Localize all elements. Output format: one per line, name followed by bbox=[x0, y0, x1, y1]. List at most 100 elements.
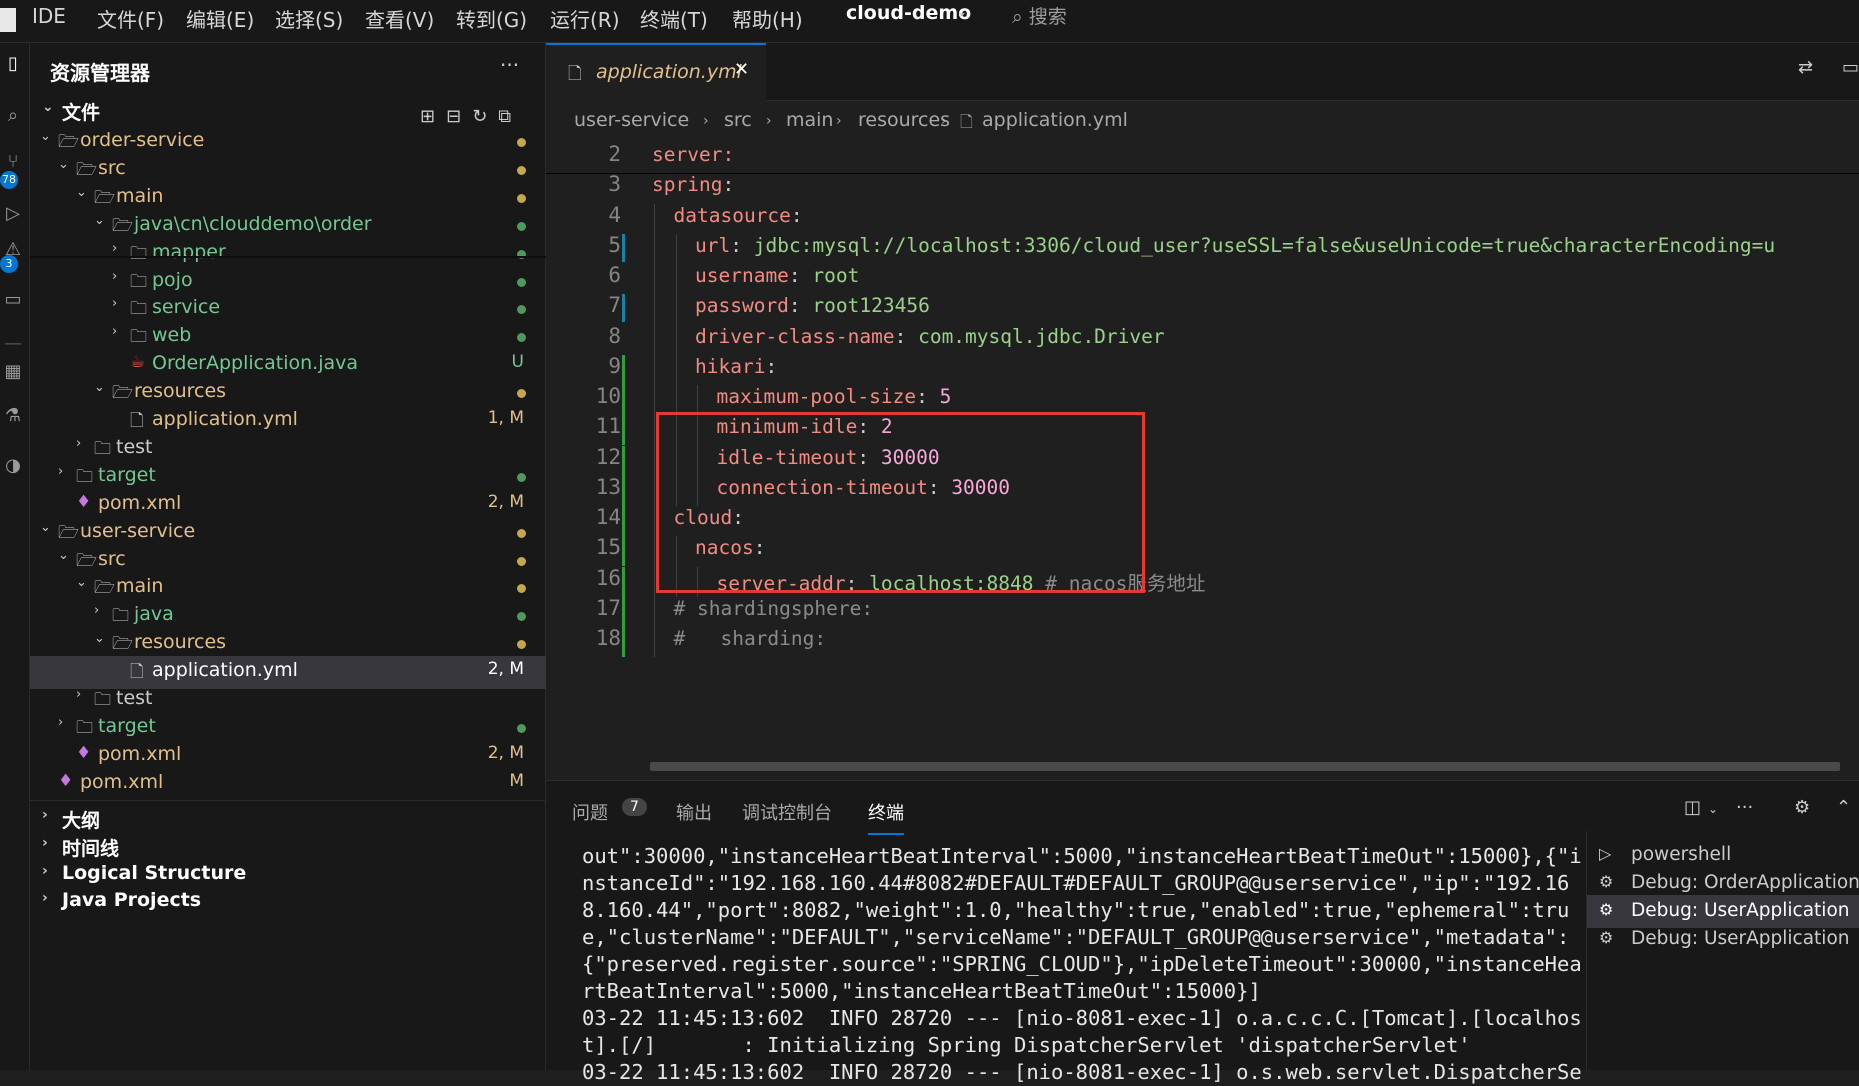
section-java-projects-label: Java Projects bbox=[62, 889, 202, 911]
chevron-down-icon[interactable]: ⌄ bbox=[1708, 802, 1718, 816]
split-terminal-icon[interactable]: ◫ bbox=[1684, 797, 1701, 818]
yaml-colon: : bbox=[790, 203, 803, 227]
indent-guide bbox=[654, 506, 655, 537]
explorer-sidebar: 资源管理器 ··· ⌄ 文件 ⊞⊟↻⧉ ⌄ 🗁 order-service ⌄ 🗁 src… bbox=[30, 43, 546, 1070]
breadcrumb-item[interactable]: main bbox=[786, 109, 833, 131]
tab-problems[interactable]: 问题 bbox=[572, 799, 608, 825]
chevron-right-icon: › bbox=[58, 714, 64, 730]
project-selector[interactable]: cloud-demo bbox=[846, 2, 971, 24]
line-number: 12 bbox=[595, 444, 621, 469]
chevron-down-icon: ⌄ bbox=[40, 129, 51, 144]
menu-run[interactable]: 运行(R) bbox=[550, 4, 620, 33]
indent-guide bbox=[675, 385, 677, 416]
code-line: driver-class-name: com.mysql.jdbc.Driver bbox=[695, 325, 1165, 348]
tree-item-label: test bbox=[116, 687, 153, 709]
git-status-badge: M bbox=[509, 770, 524, 791]
line-number: 8 bbox=[608, 323, 621, 348]
refresh-icon[interactable]: ↻ bbox=[472, 106, 498, 127]
yaml-value: 5 bbox=[927, 385, 952, 408]
gutter-modified-marker bbox=[622, 233, 625, 262]
search-icon[interactable]: ⌕ bbox=[2, 105, 24, 127]
breadcrumb-item[interactable]: user-service bbox=[574, 109, 689, 131]
git-status-dot bbox=[517, 221, 526, 231]
menu-goto[interactable]: 转到(G) bbox=[456, 4, 527, 33]
file-icon: 🗋 bbox=[568, 64, 582, 84]
code-line: spring: bbox=[652, 173, 734, 196]
indent-guide bbox=[654, 385, 655, 416]
gitlens-icon[interactable]: ◑ bbox=[2, 455, 24, 477]
compare-changes-icon[interactable]: ⇄ bbox=[1798, 57, 1813, 78]
more-actions-icon[interactable]: ··· bbox=[500, 53, 519, 77]
source-control-icon[interactable]: ⑂ bbox=[2, 151, 24, 173]
tab-label: application.yml bbox=[596, 61, 742, 83]
chevron-right-icon: › bbox=[94, 603, 100, 619]
indent-guide bbox=[654, 566, 655, 597]
horizontal-scrollbar[interactable] bbox=[650, 762, 1840, 771]
debug-icon: ⚙ bbox=[1599, 872, 1614, 891]
gutter-added-marker bbox=[622, 354, 625, 385]
indent-guide bbox=[654, 627, 655, 658]
breadcrumb-item[interactable]: resources bbox=[858, 109, 950, 131]
terminal-instance-label: powershell bbox=[1631, 844, 1732, 865]
menu-terminal[interactable]: 终端(T) bbox=[640, 4, 708, 33]
remote-explorer-icon[interactable]: ▭ bbox=[2, 289, 24, 311]
maven-icon: ♦ bbox=[58, 770, 74, 791]
chevron-right-icon: › bbox=[58, 463, 64, 479]
debug-icon: ⚙ bbox=[1599, 900, 1614, 919]
run-debug-icon[interactable]: ▷ bbox=[2, 203, 24, 225]
tree-item-label: order-service bbox=[80, 129, 205, 151]
maximize-panel-icon[interactable]: ⌃ bbox=[1836, 797, 1851, 818]
terminal-instance-label: Debug: OrderApplication bbox=[1631, 872, 1859, 893]
explorer-icon[interactable]: ▯ bbox=[2, 53, 24, 75]
git-status-dot bbox=[517, 528, 526, 538]
menu-file[interactable]: 文件(F) bbox=[97, 4, 164, 33]
line-number: 17 bbox=[595, 595, 621, 620]
command-search[interactable]: ⌕ 搜索 bbox=[1012, 2, 1067, 29]
tab-terminal[interactable]: 终端 bbox=[868, 799, 904, 835]
gutter-added-marker bbox=[622, 627, 625, 657]
new-folder-icon[interactable]: ⊟ bbox=[446, 106, 472, 127]
tab-debug-console[interactable]: 调试控制台 bbox=[742, 799, 832, 825]
menu-select[interactable]: 选择(S) bbox=[275, 4, 343, 33]
line-number: 13 bbox=[595, 474, 621, 499]
split-editor-icon[interactable]: ▭ bbox=[1842, 57, 1859, 78]
yaml-key: driver-class-name bbox=[695, 324, 895, 348]
terminal-instance[interactable]: ⚙ Debug: UserApplication bbox=[1587, 923, 1859, 956]
tree-item-label: pom.xml bbox=[98, 491, 182, 514]
git-status-dot bbox=[517, 305, 526, 315]
yaml-comment: # sharding: bbox=[673, 627, 827, 650]
git-status-badge: 1, M bbox=[487, 408, 524, 428]
menu-view[interactable]: 查看(V) bbox=[365, 4, 434, 33]
indent-guide bbox=[654, 203, 655, 234]
git-status-badge: U bbox=[511, 352, 524, 373]
grid-icon[interactable]: ▦ bbox=[2, 361, 24, 383]
more-actions-icon[interactable]: ··· bbox=[1736, 797, 1753, 818]
tab-application-yml[interactable]: 🗋 application.yml ✕ bbox=[546, 43, 766, 101]
testing-icon[interactable]: ⚗ bbox=[2, 405, 24, 427]
tab-output[interactable]: 输出 bbox=[676, 799, 712, 825]
section-java-projects[interactable]: › Java Projects bbox=[30, 886, 546, 919]
code-line: # sharding: bbox=[674, 627, 827, 650]
breadcrumb-item[interactable]: src bbox=[724, 109, 752, 131]
gutter-added-marker bbox=[622, 445, 625, 476]
menu-help[interactable]: 帮助(H) bbox=[732, 4, 803, 33]
line-number: 15 bbox=[595, 535, 621, 560]
close-icon[interactable]: ✕ bbox=[734, 59, 749, 80]
gutter-added-marker bbox=[622, 566, 625, 597]
terminal-settings-icon[interactable]: ⚙ bbox=[1794, 797, 1810, 818]
collapse-all-icon[interactable]: ⧉ bbox=[498, 106, 522, 127]
indent-guide bbox=[675, 264, 677, 295]
tree-item-label: main bbox=[116, 575, 164, 598]
new-file-icon[interactable]: ⊞ bbox=[420, 106, 446, 127]
chevron-down-icon[interactable]: ⌄ bbox=[956, 4, 968, 20]
breadcrumb-item[interactable]: application.yml bbox=[982, 109, 1128, 131]
menu-ide[interactable]: IDE bbox=[32, 4, 66, 28]
git-status-dot bbox=[517, 640, 526, 650]
chevron-down-icon: ⌄ bbox=[58, 547, 69, 563]
section-divider bbox=[30, 800, 546, 801]
tree-item[interactable]: ♦ pom.xml M bbox=[30, 768, 546, 801]
menu-edit[interactable]: 编辑(E) bbox=[186, 4, 254, 33]
chevron-down-icon: ⌄ bbox=[94, 380, 105, 396]
app-logo bbox=[0, 8, 16, 32]
terminal-output[interactable]: out":30000,"instanceHeartBeatInterval":5… bbox=[582, 843, 1586, 1086]
